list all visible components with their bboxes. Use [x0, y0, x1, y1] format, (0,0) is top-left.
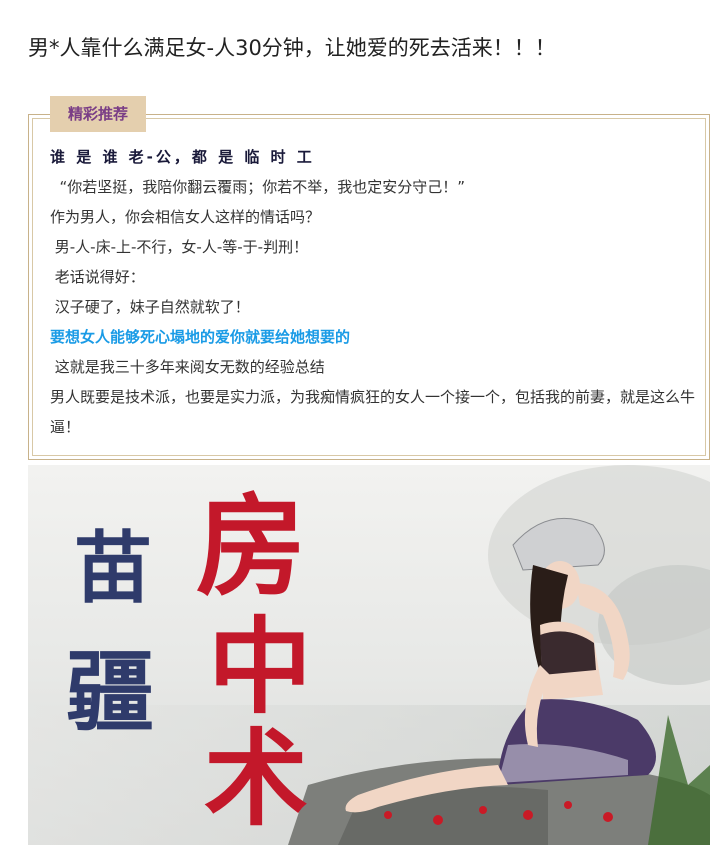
hero-illustration: 苗 疆 房 中 术	[28, 465, 710, 845]
hero-text-shu: 术	[204, 717, 308, 840]
recommend-line: 汉子硬了，妹子自然就软了！	[50, 298, 250, 316]
recommend-line: 男-人-床-上-不行，女-人-等-于-判刑！	[50, 238, 309, 256]
recommend-heading: 谁 是 谁 老-公，都 是 临 时 工	[50, 148, 315, 166]
article-title: 男*人靠什么满足女-人30分钟，让她爱的死去活来！！！	[28, 36, 556, 60]
hero-text-zhong: 中	[208, 605, 312, 728]
hero-text-fang: 房	[196, 482, 306, 611]
hero-text-jiang: 疆	[66, 640, 154, 744]
recommend-line: 老话说得好：	[50, 268, 145, 286]
recommend-highlight[interactable]: 要想女人能够死心塌地的爱你就要给她想要的	[50, 322, 700, 352]
recommend-question: 作为男人，你会相信女人这样的情话吗？	[50, 208, 321, 226]
hero-image[interactable]: 苗 疆 房 中 术	[28, 465, 710, 845]
recommend-quote: “你若坚挺，我陪你翻云覆雨；你若不举，我也定安分守己！”	[50, 178, 466, 196]
recommend-paragraph: 男人既要是技术派，也要是实力派，为我痴情疯狂的女人一个接一个，包括我的前妻，就是…	[50, 388, 696, 436]
recommend-tag: 精彩推荐	[50, 96, 146, 132]
hero-text-miao: 苗	[74, 523, 152, 614]
recommend-content: 谁 是 谁 老-公，都 是 临 时 工 “你若坚挺，我陪你翻云覆雨；你若不举，我…	[50, 142, 700, 442]
recommend-line: 这就是我三十多年来阅女无数的经验总结	[50, 358, 325, 376]
